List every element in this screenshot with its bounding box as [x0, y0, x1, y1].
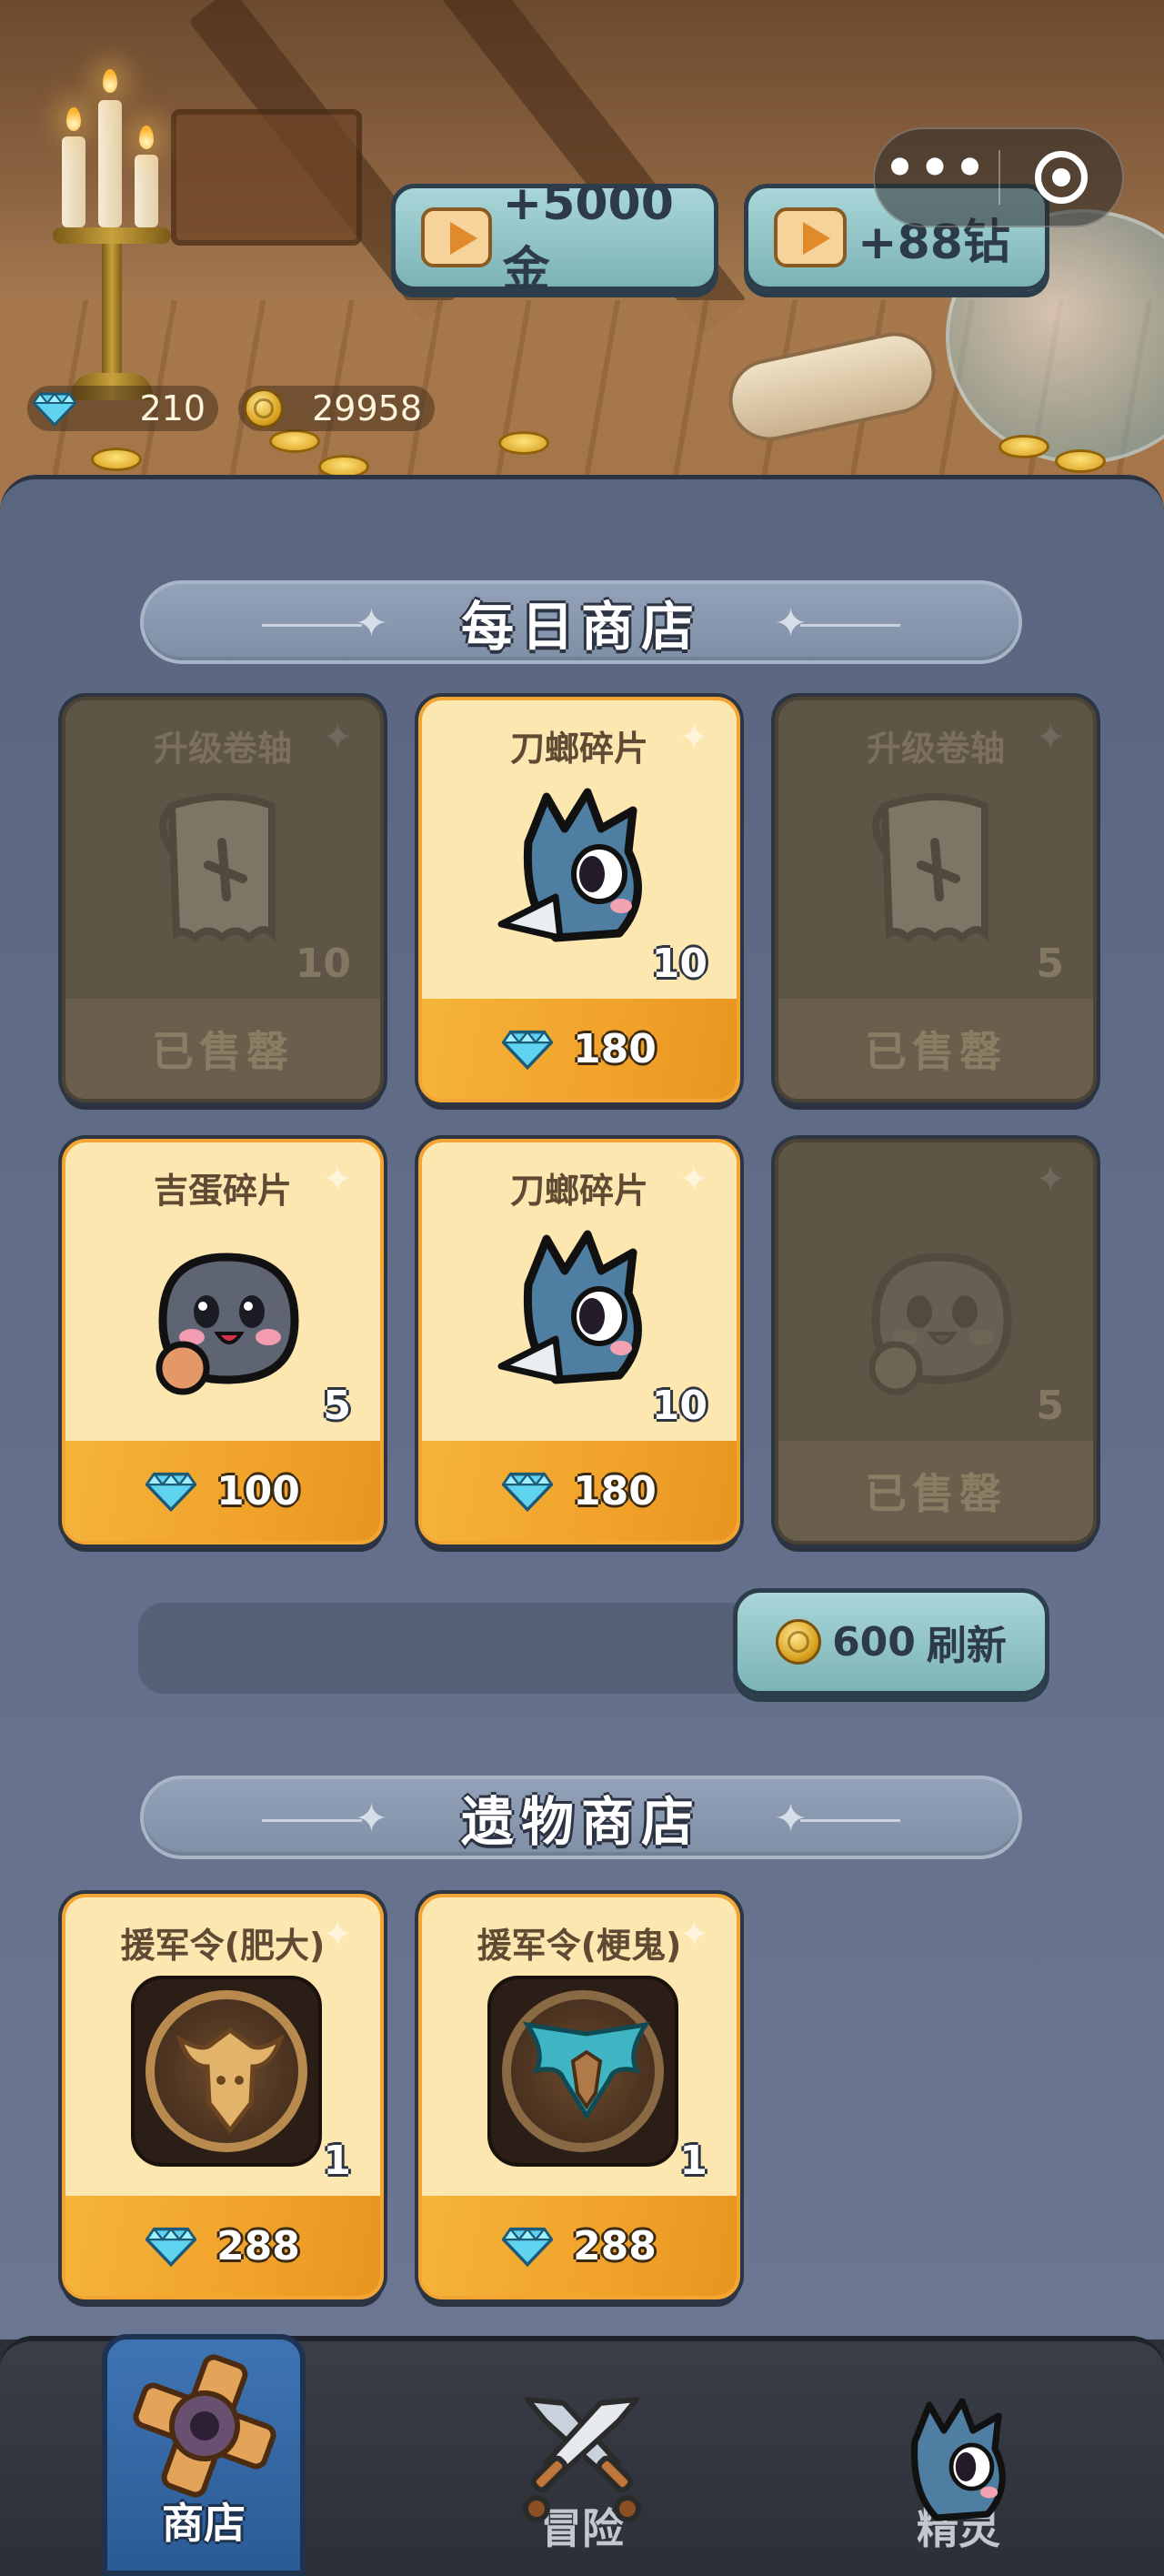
- gold-coin-icon: [776, 1619, 822, 1665]
- sold-out-label: 已售罄: [152, 1027, 294, 1076]
- buy-price-bar[interactable]: 288: [65, 2196, 380, 2296]
- close-mini-program-button[interactable]: [1000, 151, 1122, 204]
- watch-ad-gold-button[interactable]: +5000金: [391, 176, 718, 297]
- sold-out-label: 已售罄: [865, 1027, 1007, 1076]
- scroll-icon: [872, 793, 988, 943]
- diamond-icon: [33, 390, 76, 427]
- teal-winged-emblem-icon: [487, 1976, 678, 2167]
- blue-creature-icon: [910, 2398, 1006, 2521]
- mini-program-capsule: •••: [873, 127, 1124, 227]
- blue-creature-icon: [497, 788, 642, 942]
- video-ad-icon: [421, 207, 492, 267]
- diamond-icon: [146, 2225, 197, 2267]
- relic-item-card[interactable]: 援军令(梗鬼) ✦ 1 288: [418, 1894, 740, 2299]
- nav-tab-shop[interactable]: 商店: [102, 2334, 306, 2576]
- shop-cross-icon: [133, 2354, 276, 2498]
- daily-shop-title: 每日商店: [460, 596, 701, 658]
- close-circle-icon: [1034, 151, 1088, 204]
- item-price: 288: [573, 2222, 657, 2269]
- gold-balance: 29958: [238, 386, 435, 431]
- gray-blob-creature-icon: [868, 1253, 1012, 1395]
- coin-decor: [91, 448, 142, 471]
- nav-tab-adventure[interactable]: 冒险: [464, 2363, 700, 2576]
- scroll-icon: [159, 793, 276, 943]
- watch-ad-gold-label: +5000金: [502, 176, 674, 297]
- gold-coin-icon: [244, 388, 284, 428]
- sold-out-bar: 已售罄: [65, 999, 380, 1099]
- shop-item-card[interactable]: 升级卷轴 ✦ 10 已售罄: [62, 697, 384, 1102]
- shop-item-card[interactable]: 升级卷轴 ✦ 5 已售罄: [775, 697, 1097, 1102]
- relic-shop-header: ✦ 遗物商店 ✦: [140, 1776, 1022, 1859]
- diamond-icon: [146, 1470, 197, 1512]
- diamond-icon: [502, 2225, 554, 2267]
- refresh-shop-button[interactable]: 600 刷新: [733, 1588, 1049, 1696]
- coin-decor: [269, 429, 320, 453]
- daily-shop-header: ✦ 每日商店 ✦: [140, 580, 1022, 664]
- buy-price-bar[interactable]: 100: [65, 1441, 380, 1541]
- more-menu-button[interactable]: •••: [875, 144, 998, 211]
- relic-shop-title: 遗物商店: [460, 1791, 701, 1853]
- shop-item-card[interactable]: 吉蛋碎片 ✦ 5 100: [62, 1139, 384, 1545]
- buy-price-bar[interactable]: 288: [422, 2196, 737, 2296]
- item-price: 180: [573, 1025, 657, 1072]
- buy-price-bar[interactable]: 180: [422, 1441, 737, 1541]
- shop-item-card[interactable]: 刀螂碎片 ✦ 10 180: [418, 697, 740, 1102]
- gold-amount: 29958: [312, 388, 422, 428]
- item-price: 100: [216, 1467, 300, 1514]
- shop-item-card[interactable]: 刀螂碎片 ✦ 10 180: [418, 1139, 740, 1545]
- chest-decor: [171, 109, 362, 246]
- coin-decor: [1055, 449, 1106, 473]
- refresh-cost: 600: [832, 1618, 916, 1665]
- crossed-swords-icon: [523, 2397, 641, 2522]
- blue-creature-icon: [497, 1230, 642, 1384]
- sold-out-label: 已售罄: [865, 1469, 1007, 1518]
- coin-decor: [998, 435, 1049, 458]
- item-price: 180: [573, 1467, 657, 1514]
- diamond-balance: 210: [27, 386, 218, 431]
- item-price: 288: [216, 2222, 300, 2269]
- nav-tab-spirits[interactable]: 精灵: [840, 2363, 1077, 2576]
- relic-item-card[interactable]: 援军令(肥大) ✦ 1 288: [62, 1894, 384, 2299]
- gold-bull-emblem-icon: [131, 1976, 322, 2167]
- refresh-track: [138, 1603, 829, 1694]
- shop-item-card[interactable]: ✦ 5 已售罄: [775, 1139, 1097, 1545]
- sold-out-bar: 已售罄: [778, 999, 1093, 1099]
- video-ad-icon: [774, 207, 847, 267]
- item-quantity: 5: [1036, 1383, 1064, 1429]
- item-quantity: 1: [679, 2138, 707, 2184]
- diamond-icon: [502, 1470, 554, 1512]
- item-quantity: 10: [651, 941, 707, 987]
- item-quantity: 1: [323, 2138, 351, 2184]
- sold-out-bar: 已售罄: [778, 1441, 1093, 1541]
- buy-price-bar[interactable]: 180: [422, 999, 737, 1099]
- diamond-icon: [502, 1028, 554, 1070]
- gray-blob-creature-icon: [156, 1253, 299, 1395]
- diamond-amount: 210: [139, 388, 206, 428]
- item-quantity: 5: [323, 1383, 351, 1429]
- item-quantity: 10: [651, 1383, 707, 1429]
- coin-decor: [498, 431, 549, 455]
- item-quantity: 10: [295, 941, 351, 987]
- refresh-label: 刷新: [926, 1623, 1007, 1669]
- item-quantity: 5: [1036, 941, 1064, 987]
- candle-stand-decor: [53, 69, 171, 418]
